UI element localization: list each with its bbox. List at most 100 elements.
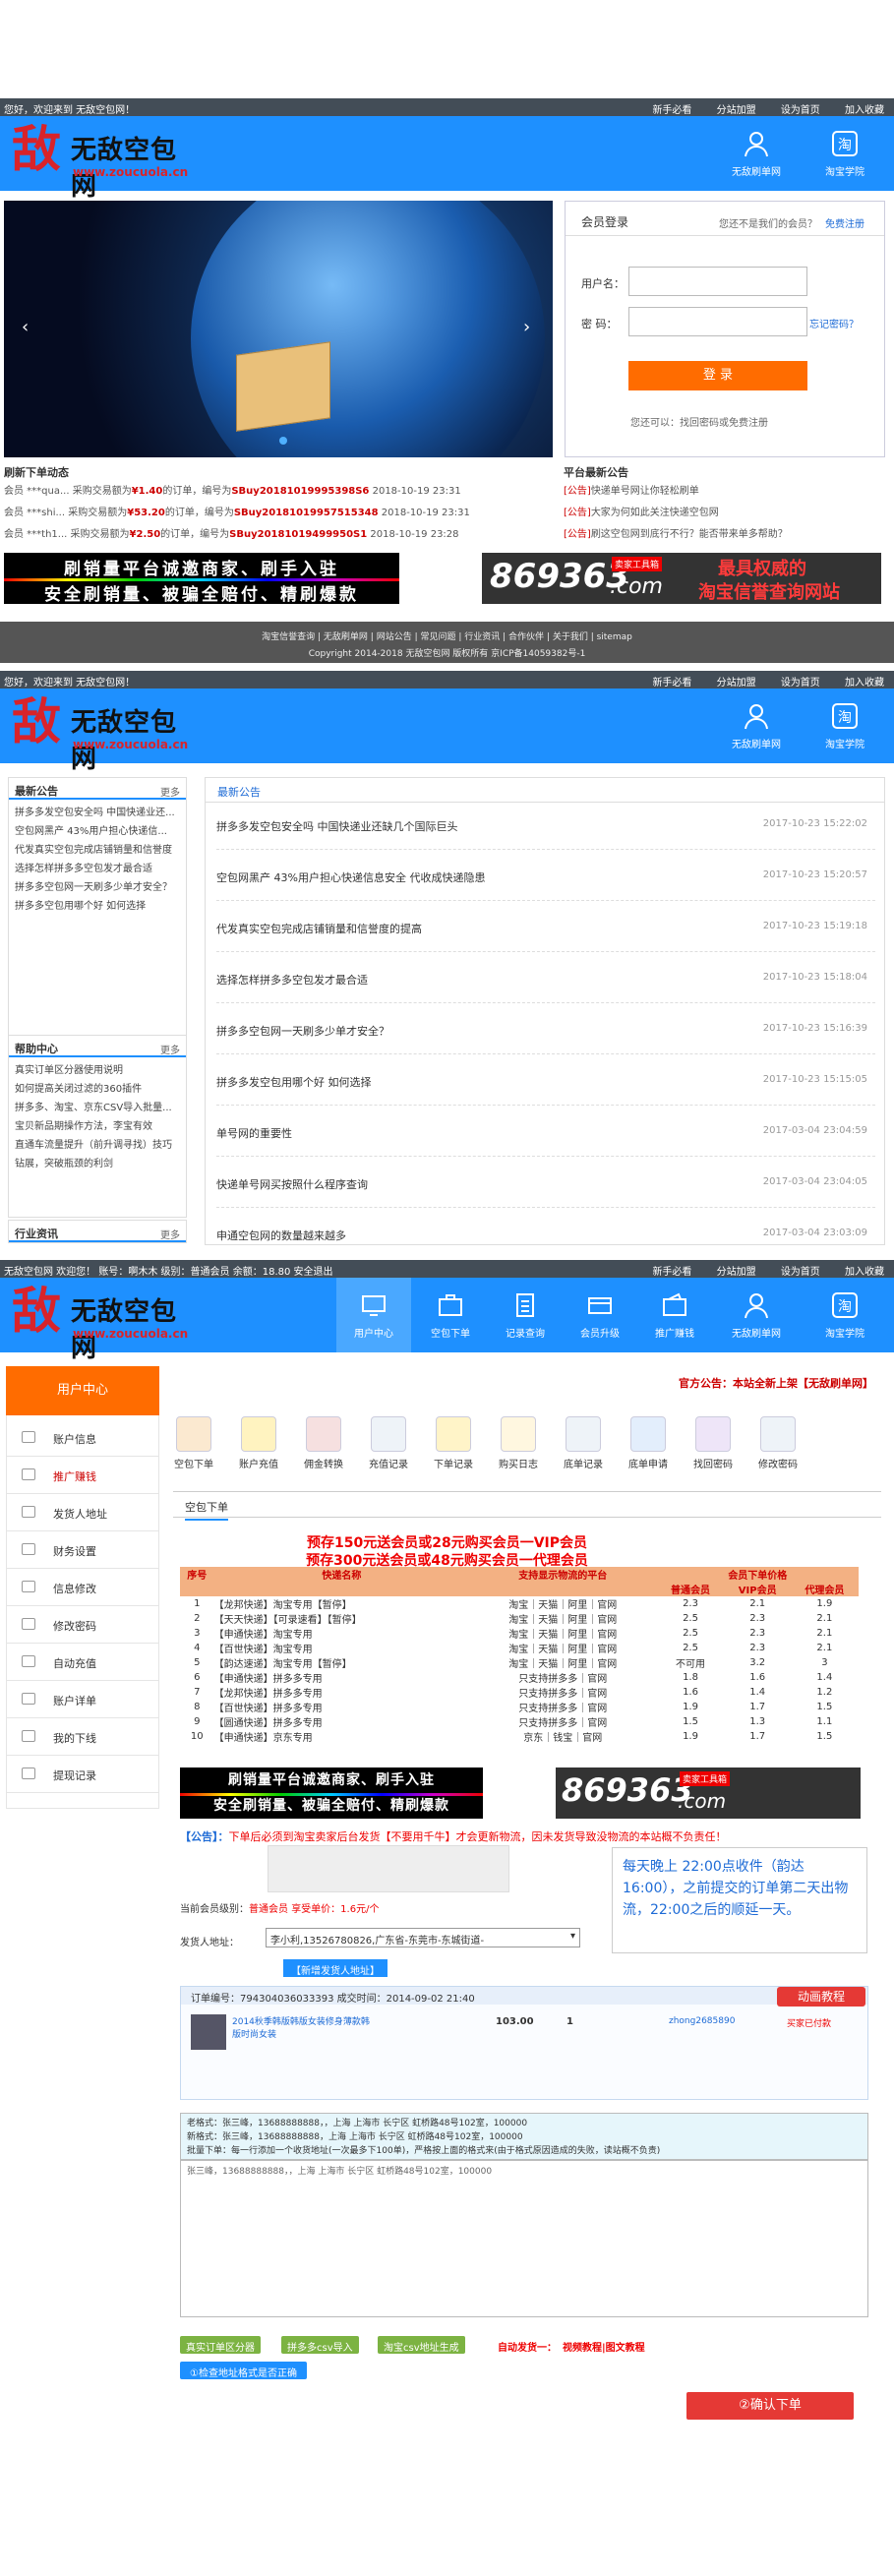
menu-promote[interactable]: 推广赚钱 [6,1457,159,1494]
address-textarea[interactable]: 张三峰，13688888888，，上海 上海市 长宁区 虹桥路48号102室，1… [180,2160,868,2317]
price-cell: 淘宝｜天猫｜阿里｜官网 [508,1630,618,1641]
nav-brush-net[interactable]: 无敌刷单网 [725,116,788,191]
menu-withdraw[interactable]: 提现记录 [6,1756,159,1793]
platform-news-item[interactable]: [公告]刷这空包网到底行不行？能否带来单多帮助？ [564,525,788,540]
link-favorite[interactable]: 加入收藏 [845,105,884,116]
username-input[interactable] [628,267,807,296]
taobao-csv-button[interactable]: 淘宝csv地址生成 [378,2336,465,2354]
sidebox-item[interactable]: 拼多多发空包安全吗 中国快递业还... [15,804,180,822]
menu-downline[interactable]: 我的下线 [6,1718,159,1756]
notice-item[interactable]: 快递单号网买按照什么程序查询 2017-03-04 23:04:05 [216,1157,875,1208]
sender-select[interactable]: 李小利,13526780826,广东省-东莞市-东城街道- ▾ [266,1928,580,1947]
tool-receipt-apply[interactable]: 底单申请 [624,1416,673,1470]
check-address-button[interactable]: ①检查地址格式是否正确 [180,2362,307,2379]
carousel-dot[interactable] [279,437,287,445]
notice-item[interactable]: 拼多多发空包用哪个好 如何选择 2017-10-23 15:15:05 [216,1054,875,1106]
carousel[interactable]: ‹ › [4,201,553,457]
list-icon [22,1693,35,1705]
prev-arrow-icon[interactable]: ‹ [22,317,29,337]
login-button[interactable]: 登 录 [628,361,807,390]
recruit-banner-2[interactable]: 刷销量平台诚邀商家、刷手入驻 安全刷销量、被骗全赔付、精刷爆款 [180,1767,483,1819]
nav-user-center[interactable]: 用户中心 [336,1278,411,1352]
sidebox-item[interactable]: 拼多多空包网一天刷多少单才安全？ [15,878,180,897]
forgot-link[interactable]: 忘记密码？ [809,316,859,330]
link-guide[interactable]: 新手必看 [652,105,691,116]
login-footer[interactable]: 您还可以：找回密码或免费注册 [630,414,768,429]
notice-item[interactable]: 空包网黑产 43%用户担心快递信息安全 代收成快递隐患 2017-10-23 15… [216,850,875,901]
register-link[interactable]: 免费注册 [825,215,864,230]
menu-account-info[interactable]: 账户信息 [6,1419,159,1457]
menu-account-detail[interactable]: 账户详单 [6,1681,159,1718]
price-row: 8 【百世快递】拼多多专用 只支持拼多多｜官网 1.9 1.7 1.5 [180,1700,859,1714]
menu-edit-info[interactable]: 信息修改 [6,1569,159,1606]
nav-taobao-school[interactable]: 淘 淘宝学院 [813,689,876,763]
notice-item[interactable]: 申通空包网的数量越来越多 2017-03-04 23:03:09 [216,1208,875,1259]
more-link[interactable]: 更多 [160,784,180,799]
tool-recharge-record[interactable]: 充值记录 [364,1416,413,1470]
sidebox-item[interactable]: 拼多多、淘宝、京东CSV导入批量... [15,1099,180,1117]
sidebox-item[interactable]: 代发真实空包完成店铺销量和信誉度 [15,841,180,860]
pdd-csv-button[interactable]: 拼多多csv导入 [281,2336,359,2354]
nav-upgrade[interactable]: 会员升级 [563,1278,637,1352]
animation-tutorial-button[interactable]: 动画教程 [777,1987,865,2007]
price-cell: 【韵达速递】淘宝专用【暂停】 [213,1659,352,1670]
nav-taobao-school[interactable]: 淘 淘宝学院 [813,116,876,191]
nav-brush-net[interactable]: 无敌刷单网 [725,689,788,763]
menu-auto-recharge[interactable]: 自动充值 [6,1644,159,1681]
tool-order[interactable]: 空包下单 [169,1416,218,1470]
price-cell: 9 [194,1716,201,1727]
notice-item[interactable]: 拼多多空包网一天刷多少单才安全？ 2017-10-23 15:16:39 [216,1003,875,1054]
add-sender-button[interactable]: 【新增发货人地址】 [283,1959,387,1977]
notice-item[interactable]: 选择怎样拼多多空包发才最合适 2017-10-23 15:18:04 [216,952,875,1003]
sidebox-item[interactable]: 如何提高关闭过滤的360插件 [15,1080,180,1099]
sidebox-item[interactable]: 选择怎样拼多多空包发才最合适 [15,860,180,878]
tool-convert[interactable]: 佣金转换 [299,1416,348,1470]
notice-item[interactable]: 拼多多发空包安全吗 中国快递业还缺几个国际巨头 2017-10-23 15:22:… [216,799,875,850]
credit-query-banner[interactable]: 869363 .com 卖家工具箱 最具权威的 淘宝信誉查询网站 [482,553,881,604]
logo[interactable]: 敌 无敌空包网 www.zoucuola.cn [8,694,195,775]
platform-news-item[interactable]: [公告]快递单号网让你轻松刷单 [564,482,699,497]
confirm-order-button[interactable]: ②确认下单 [686,2392,854,2420]
platform-news-item[interactable]: [公告]大家为何如此关注快递空包网 [564,504,719,518]
menu-change-password[interactable]: 修改密码 [6,1606,159,1644]
header: 敌 无敌空包网 www.zoucuola.cn 无敌刷单网 淘 淘宝学院 [0,116,894,203]
tool-recover-password[interactable]: 找回密码 [688,1416,738,1470]
sidebox-item[interactable]: 直通车流量提升（前升调寻找）技巧 [15,1136,180,1155]
price-cell: 1.4 [749,1687,766,1698]
notice-item[interactable]: 代发真实空包完成店铺销量和信誉度的提高 2017-10-23 15:19:18 [216,901,875,952]
more-link[interactable]: 更多 [160,1042,180,1056]
logo[interactable]: 敌 无敌空包网 www.zoucuola.cn [8,1284,195,1364]
tool-change-password[interactable]: 修改密码 [753,1416,803,1470]
menu-sender-address[interactable]: 发货人地址 [6,1494,159,1531]
sidebox-item[interactable]: 钻展，突破瓶颈的利剑 [15,1155,180,1173]
nav-taobao-school[interactable]: 淘淘宝学院 [813,1278,876,1352]
official-notice[interactable]: 官方公告：本站全新上架【无敌刷单网】 [679,1375,873,1391]
recruit-banner[interactable]: 刷销量平台诚邀商家、刷手入驻 安全刷销量、被骗全赔付、精刷爆款 [4,553,399,604]
nav-brush-net[interactable]: 无敌刷单网 [725,1278,788,1352]
sidebox-item[interactable]: 空包网黑产 43%用户担心快递信... [15,822,180,841]
logo[interactable]: 敌 无敌空包网 www.zoucuola.cn [8,122,195,203]
password-input[interactable] [628,307,807,336]
price-cell: 【申通快递】淘宝专用 [213,1630,313,1641]
tool-purchase-log[interactable]: 购买日志 [494,1416,543,1470]
tool-order-record[interactable]: 下单记录 [429,1416,478,1470]
link-homepage[interactable]: 设为首页 [781,105,820,116]
notice-item[interactable]: 单号网的重要性 2017-03-04 23:04:59 [216,1106,875,1157]
sidebox-item[interactable]: 宝贝新品期操作方法，李宝有效 [15,1117,180,1136]
tool-recharge[interactable]: 账户充值 [234,1416,283,1470]
nav-records[interactable]: 记录查询 [488,1278,563,1352]
tutorial-links[interactable]: 视频教程|图文教程 [563,2339,645,2354]
tool-receipt-record[interactable]: 底单记录 [559,1416,608,1470]
sidebox-item[interactable]: 真实订单区分器使用说明 [15,1061,180,1080]
sidebox-item[interactable]: 拼多多空包用哪个好 如何选择 [15,897,180,916]
price-cell: 1.7 [749,1702,766,1712]
credit-query-banner-2[interactable]: 869363 .com 卖家工具箱 [556,1767,861,1819]
document-icon [516,1293,534,1317]
more-link[interactable]: 更多 [160,1227,180,1241]
nav-order[interactable]: 空包下单 [413,1278,488,1352]
header-3: 敌 无敌空包网 www.zoucuola.cn 用户中心 空包下单 记录查询 会… [0,1278,894,1364]
nav-promote[interactable]: 推广赚钱 [637,1278,712,1352]
real-order-button[interactable]: 真实订单区分器 [180,2336,261,2354]
link-franchise[interactable]: 分站加盟 [717,105,756,116]
next-arrow-icon[interactable]: › [523,317,530,337]
